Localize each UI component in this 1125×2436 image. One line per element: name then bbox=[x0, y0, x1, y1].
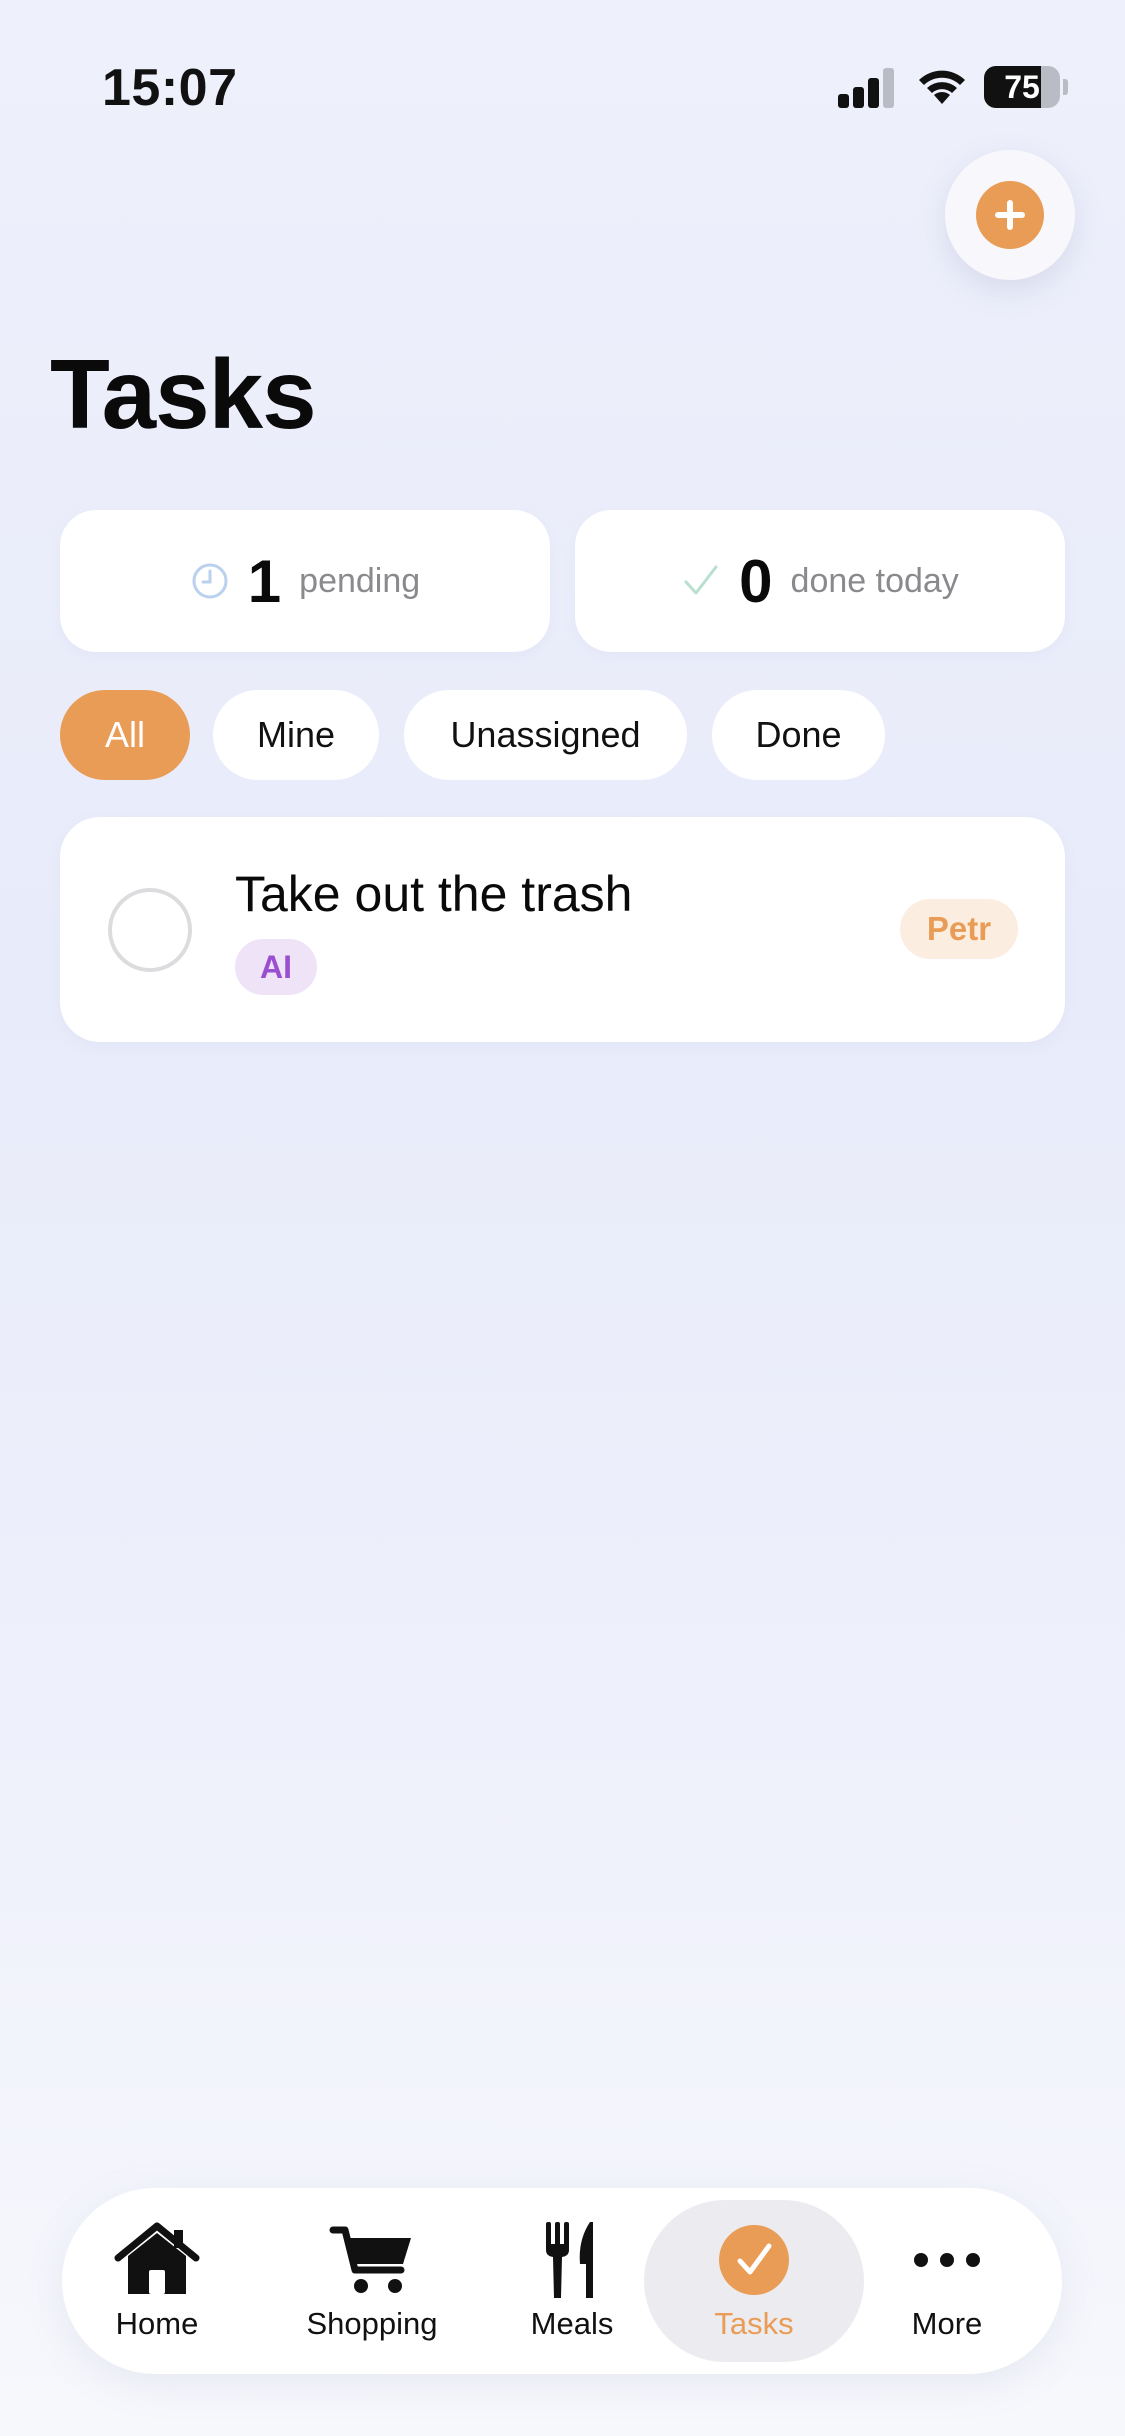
pending-count: 1 bbox=[247, 547, 282, 615]
cellular-signal-icon bbox=[838, 68, 894, 108]
battery-icon: 75 bbox=[984, 66, 1068, 110]
status-bar: 15:07 75 bbox=[0, 0, 1125, 180]
task-complete-checkbox[interactable] bbox=[108, 888, 192, 972]
tab-shopping[interactable]: Shopping bbox=[292, 2200, 452, 2362]
tab-bar: Home Shopping Meals Tasks More bbox=[62, 2188, 1062, 2374]
tab-shopping-label: Shopping bbox=[306, 2306, 438, 2341]
check-icon bbox=[684, 565, 718, 595]
battery-level: 75 bbox=[1004, 69, 1040, 105]
status-time: 15:07 bbox=[102, 59, 238, 117]
page-title: Tasks bbox=[50, 339, 317, 449]
check-circle-icon bbox=[719, 2225, 789, 2295]
pending-stat-card: 1 pending bbox=[60, 510, 550, 652]
plus-icon bbox=[995, 200, 1025, 230]
task-assignee: Petr bbox=[900, 899, 1018, 959]
task-title: Take out the trash bbox=[235, 866, 633, 922]
filter-mine[interactable]: Mine bbox=[213, 690, 379, 780]
task-tag: AI bbox=[235, 939, 317, 995]
ellipsis-icon bbox=[914, 2253, 980, 2267]
tab-meals[interactable]: Meals bbox=[502, 2200, 642, 2362]
task-item[interactable]: Take out the trash AI Petr bbox=[60, 817, 1065, 1042]
done-label: done today bbox=[790, 561, 959, 600]
pending-label: pending bbox=[299, 561, 421, 600]
add-task-button[interactable] bbox=[945, 150, 1075, 280]
tab-home[interactable]: Home bbox=[82, 2200, 232, 2362]
tab-more-label: More bbox=[911, 2306, 983, 2341]
tab-home-label: Home bbox=[115, 2306, 199, 2341]
done-stat-card: 0 done today bbox=[575, 510, 1065, 652]
tab-tasks-label: Tasks bbox=[714, 2306, 794, 2341]
fork-knife-icon bbox=[546, 2222, 593, 2298]
filter-unassigned[interactable]: Unassigned bbox=[404, 690, 687, 780]
tab-more[interactable]: More bbox=[872, 2200, 1022, 2362]
wifi-icon bbox=[919, 70, 965, 104]
cart-icon bbox=[329, 2226, 411, 2293]
filter-done[interactable]: Done bbox=[712, 690, 885, 780]
tab-meals-label: Meals bbox=[530, 2306, 614, 2341]
tab-tasks[interactable]: Tasks bbox=[644, 2200, 864, 2362]
home-icon bbox=[114, 2222, 200, 2294]
done-count: 0 bbox=[739, 547, 773, 615]
clock-icon bbox=[192, 563, 228, 599]
filter-all[interactable]: All bbox=[60, 690, 190, 780]
